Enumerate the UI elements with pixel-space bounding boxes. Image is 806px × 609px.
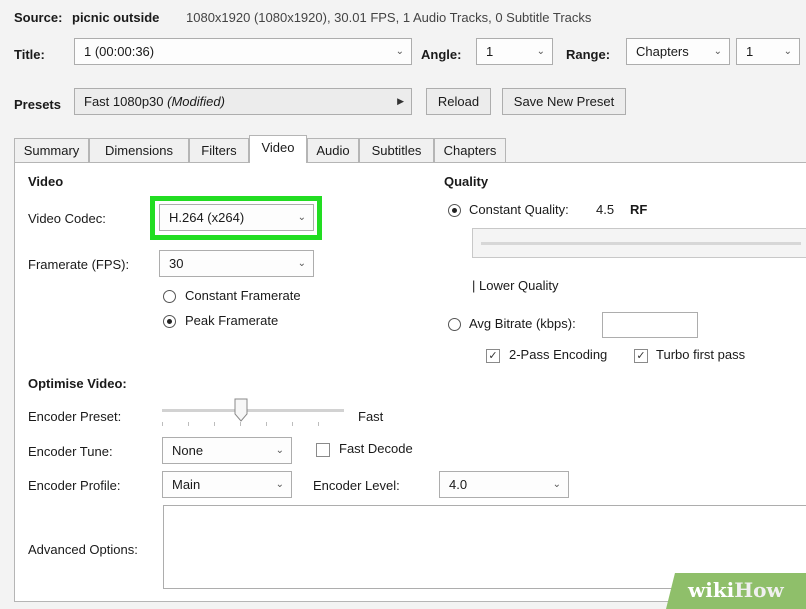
quality-slider-track [481, 242, 801, 245]
angle-value: 1 [486, 44, 494, 59]
peak-framerate-label: Peak Framerate [185, 313, 279, 328]
encoder-level-value: 4.0 [449, 477, 468, 492]
title-dropdown[interactable]: 1 (00:00:36) ⌄ [74, 38, 412, 65]
quality-slider-hint: | Lower Quality [472, 278, 559, 293]
chevron-down-icon: ⌄ [275, 479, 284, 490]
encoder-profile-label: Encoder Profile: [28, 478, 121, 493]
peak-framerate-radio[interactable] [163, 315, 176, 328]
video-codec-label: Video Codec: [28, 211, 106, 226]
encoder-preset-thumb[interactable] [234, 398, 248, 422]
constant-quality-unit: RF [630, 202, 648, 217]
source-name: picnic outside [72, 10, 160, 25]
video-codec-value: H.264 (x264) [169, 210, 245, 225]
source-details: 1080x1920 (1080x1920), 30.01 FPS, 1 Audi… [186, 10, 592, 25]
encoder-level-dropdown[interactable]: 4.0 ⌄ [439, 471, 569, 498]
tab-dimensions[interactable]: Dimensions [89, 138, 189, 162]
save-new-preset-button[interactable]: Save New Preset [502, 88, 626, 115]
encoder-tune-dropdown[interactable]: None ⌄ [162, 437, 292, 464]
video-section-title: Video [28, 174, 64, 189]
framerate-value: 30 [169, 256, 184, 271]
source-label: Source: [14, 10, 63, 25]
check-icon: ✓ [488, 350, 498, 362]
encoder-preset-label: Encoder Preset: [28, 409, 122, 424]
encoder-level-label: Encoder Level: [313, 478, 400, 493]
fast-decode-label: Fast Decode [339, 441, 413, 456]
chevron-down-icon: ⌄ [536, 46, 545, 57]
encoder-profile-dropdown[interactable]: Main ⌄ [162, 471, 292, 498]
preset-selector[interactable]: Fast 1080p30 (Modified) ▶ [74, 88, 412, 115]
tab-video[interactable]: Video [249, 135, 307, 163]
check-icon: ✓ [636, 350, 646, 362]
optimise-section-title: Optimise Video: [28, 376, 127, 391]
range-dropdown[interactable]: Chapters ⌄ [626, 38, 730, 65]
turbo-first-pass-checkbox[interactable]: ✓ [634, 349, 648, 363]
watermark-how: How [734, 578, 784, 602]
encoder-preset-slider[interactable] [162, 398, 344, 430]
preset-modified: (Modified) [167, 94, 225, 109]
chevron-down-icon: ⌄ [297, 258, 306, 269]
wikihow-watermark: wikiHow [688, 578, 784, 602]
constant-framerate-label: Constant Framerate [185, 288, 301, 303]
tab-summary[interactable]: Summary [14, 138, 89, 162]
framerate-label: Framerate (FPS): [28, 257, 130, 272]
two-pass-checkbox[interactable]: ✓ [486, 349, 500, 363]
video-codec-dropdown[interactable]: H.264 (x264) ⌄ [159, 204, 314, 231]
encoder-tune-value: None [172, 443, 204, 458]
avg-bitrate-input[interactable] [602, 312, 698, 338]
chevron-down-icon: ⌄ [297, 212, 306, 223]
preset-name: Fast 1080p30 [84, 94, 164, 109]
watermark-wiki: wiki [688, 578, 735, 602]
encoder-preset-track [162, 409, 344, 412]
constant-framerate-radio[interactable] [163, 290, 176, 303]
constant-quality-radio[interactable] [448, 204, 461, 217]
range-start-value: 1 [746, 44, 754, 59]
encoder-profile-value: Main [172, 477, 201, 492]
title-value: 1 (00:00:36) [84, 44, 155, 59]
fast-decode-checkbox[interactable] [316, 443, 330, 457]
reload-button[interactable]: Reload [426, 88, 491, 115]
tab-filters[interactable]: Filters [189, 138, 249, 162]
range-start-dropdown[interactable]: 1 ⌄ [736, 38, 800, 65]
quality-slider[interactable] [472, 228, 806, 258]
tab-audio[interactable]: Audio [307, 138, 359, 162]
tab-subtitles[interactable]: Subtitles [359, 138, 434, 162]
quality-section-title: Quality [444, 174, 489, 189]
constant-quality-value: 4.5 [596, 202, 615, 217]
title-label: Title: [14, 47, 45, 62]
encoder-tune-label: Encoder Tune: [28, 444, 113, 459]
advanced-options-label: Advanced Options: [28, 542, 138, 557]
presets-label: Presets [14, 97, 61, 112]
chevron-down-icon: ⌄ [713, 46, 722, 57]
range-label: Range: [566, 47, 611, 62]
avg-bitrate-label: Avg Bitrate (kbps): [469, 316, 576, 331]
turbo-first-pass-label: Turbo first pass [656, 347, 746, 362]
triangle-right-icon: ▶ [397, 96, 404, 106]
chevron-down-icon: ⌄ [395, 46, 404, 57]
avg-bitrate-radio[interactable] [448, 318, 461, 331]
range-value: Chapters [636, 44, 689, 59]
chevron-down-icon: ⌄ [783, 46, 792, 57]
angle-label: Angle: [421, 47, 462, 62]
constant-quality-label: Constant Quality: [469, 202, 569, 217]
chevron-down-icon: ⌄ [275, 445, 284, 456]
tab-chapters[interactable]: Chapters [434, 138, 506, 162]
two-pass-label: 2-Pass Encoding [509, 347, 608, 362]
chevron-down-icon: ⌄ [552, 479, 561, 490]
encoder-preset-value: Fast [358, 409, 384, 424]
framerate-dropdown[interactable]: 30 ⌄ [159, 250, 314, 277]
encoder-preset-ticks [162, 422, 344, 426]
angle-dropdown[interactable]: 1 ⌄ [476, 38, 553, 65]
